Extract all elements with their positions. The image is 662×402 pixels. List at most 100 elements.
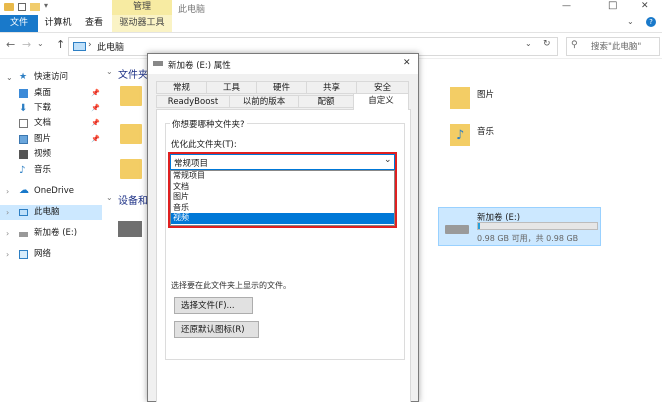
sidebar-item-downloads[interactable]: ⬇ 下载 📌 — [0, 101, 102, 116]
restore-default-icon-button[interactable]: 还原默认图标(R) — [174, 321, 259, 338]
search-input[interactable]: 搜索"此电脑" — [591, 40, 641, 52]
dialog-title-bar: 新加卷 (E:) 属性 ✕ — [148, 54, 418, 74]
sidebar-item-label: 下载 — [34, 103, 52, 113]
tab-customize[interactable]: 自定义 — [353, 93, 409, 110]
tab-drive-tools[interactable]: 驱动器工具 — [112, 15, 172, 32]
manage-context-label: 管理 — [112, 0, 172, 15]
sidebar-item-label: 快速访问 — [34, 72, 69, 82]
folder-icon[interactable] — [120, 86, 142, 106]
sidebar-item-label: 新加卷 (E:) — [34, 228, 78, 238]
network-icon — [19, 250, 28, 259]
tab-sharing[interactable]: 共享 — [306, 81, 357, 94]
search-icon: ⚲ — [571, 40, 578, 50]
drive-usage-bar — [477, 222, 598, 230]
pin-icon: 📌 — [91, 104, 100, 112]
sidebar-item-onedrive[interactable]: › ☁ OneDrive — [0, 184, 102, 199]
tab-general[interactable]: 常规 — [156, 81, 207, 94]
document-icon — [19, 119, 28, 128]
tab-tools[interactable]: 工具 — [206, 81, 257, 94]
sidebar-item-network[interactable]: › 网络 — [0, 247, 102, 262]
chevron-down-icon[interactable]: ⌄ — [6, 70, 13, 85]
music-note-icon: ♪ — [19, 165, 26, 176]
sidebar-item-label: OneDrive — [34, 186, 74, 196]
optimize-label: 优化此文件夹(T): — [171, 140, 237, 150]
help-icon[interactable]: ? — [646, 17, 656, 27]
ribbon-expand-icon[interactable]: ⌄ — [627, 17, 634, 26]
star-icon: ★ — [19, 72, 28, 82]
cloud-icon: ☁ — [19, 185, 29, 196]
choose-file-button[interactable]: 选择文件(F)... — [174, 297, 253, 314]
sidebar-item-pictures[interactable]: 图片 📌 — [0, 132, 102, 147]
pictures-folder-icon[interactable] — [450, 87, 470, 109]
sidebar-item-music[interactable]: ♪ 音乐 — [0, 163, 102, 178]
computer-icon — [19, 209, 28, 216]
breadcrumb[interactable]: 此电脑 — [97, 40, 124, 53]
pin-icon: 📌 — [91, 89, 100, 97]
sidebar-item-quick-access[interactable]: ⌄ ★ 快速访问 — [0, 70, 102, 85]
refresh-icon[interactable]: ↻ — [543, 39, 551, 49]
new-folder-icon[interactable] — [30, 3, 40, 11]
chevron-right-icon[interactable]: › — [6, 205, 9, 220]
folder-label[interactable]: 图片 — [477, 88, 494, 100]
tab-readyboost[interactable]: ReadyBoost — [156, 95, 230, 108]
title-bar: ▾ 此电脑 — □ ✕ — [0, 0, 662, 15]
music-note-icon: ♪ — [456, 128, 465, 143]
drive-icon — [153, 61, 163, 66]
pin-icon: 📌 — [91, 135, 100, 143]
computer-icon — [73, 42, 86, 51]
drive-icon — [445, 225, 469, 234]
chevron-right-icon[interactable]: › — [6, 226, 9, 241]
chevron-right-icon[interactable]: › — [6, 184, 9, 199]
properties-icon[interactable] — [18, 3, 26, 11]
sidebar-item-this-pc[interactable]: › 此电脑 — [0, 205, 102, 220]
sidebar-item-desktop[interactable]: 桌面 📌 — [0, 86, 102, 101]
sidebar-item-label: 视频 — [34, 149, 52, 159]
drive-usage-fill — [478, 223, 481, 229]
collapse-chevron-icon[interactable]: ⌄ — [106, 67, 113, 76]
sidebar-item-label: 图片 — [34, 134, 52, 144]
pin-icon: 📌 — [91, 119, 100, 127]
search-box[interactable]: ⚲ 搜索"此电脑" — [566, 37, 660, 56]
maximize-button[interactable]: □ — [608, 0, 617, 11]
desktop-icon — [19, 89, 28, 98]
minimize-button[interactable]: — — [562, 1, 571, 11]
up-arrow-icon[interactable]: ↑ — [56, 38, 65, 51]
window-title: 此电脑 — [178, 5, 206, 15]
sidebar-item-videos[interactable]: 视频 — [0, 147, 102, 162]
collapse-chevron-icon[interactable]: ⌄ — [106, 193, 113, 202]
quick-access-toolbar[interactable]: ▾ — [4, 1, 64, 13]
windows-drive-icon[interactable] — [118, 221, 142, 237]
chevron-down-icon[interactable]: ▾ — [44, 1, 48, 10]
ribbon: 管理 文件 计算机 查看 驱动器工具 ⌄ ? — [0, 0, 662, 33]
sidebar-item-drive-e[interactable]: › 新加卷 (E:) — [0, 226, 102, 241]
section-devices-title: 设备和 — [118, 196, 148, 207]
tab-previous-versions[interactable]: 以前的版本 — [229, 95, 299, 108]
tab-view[interactable]: 查看 — [78, 15, 110, 32]
forward-arrow-icon[interactable]: → — [22, 38, 31, 51]
drive-icon — [19, 232, 28, 237]
tab-file[interactable]: 文件 — [0, 15, 38, 32]
folder-icon[interactable] — [120, 124, 142, 144]
path-separator-icon[interactable]: › — [88, 40, 92, 50]
dialog-close-button[interactable]: ✕ — [403, 58, 411, 68]
path-dropdown-icon[interactable]: ⌄ — [525, 39, 532, 48]
tab-quota[interactable]: 配额 — [298, 95, 354, 108]
sidebar-item-label: 网络 — [34, 249, 52, 259]
folder-icon[interactable] — [120, 159, 142, 179]
video-icon — [19, 150, 28, 159]
picture-icon — [19, 135, 28, 144]
back-arrow-icon[interactable]: ← — [6, 38, 15, 51]
close-button[interactable]: ✕ — [641, 1, 649, 11]
sidebar-item-documents[interactable]: 文档 📌 — [0, 116, 102, 131]
sidebar-item-label: 桌面 — [34, 88, 52, 98]
chevron-right-icon[interactable]: › — [6, 247, 9, 262]
drive-space: 0.98 GB 可用，共 0.98 GB — [477, 234, 579, 243]
tab-hardware[interactable]: 硬件 — [256, 81, 307, 94]
recent-chevron-icon[interactable]: ⌄ — [37, 39, 44, 48]
drive-tile[interactable]: 新加卷 (E:) 0.98 GB 可用，共 0.98 GB — [438, 207, 601, 246]
sidebar-item-label: 音乐 — [34, 165, 52, 175]
hidden-description: 选择要在此文件夹上显示的文件。 — [171, 281, 291, 290]
highlight-annotation — [168, 152, 397, 228]
tab-computer[interactable]: 计算机 — [40, 15, 76, 32]
folder-label[interactable]: 音乐 — [477, 125, 494, 137]
